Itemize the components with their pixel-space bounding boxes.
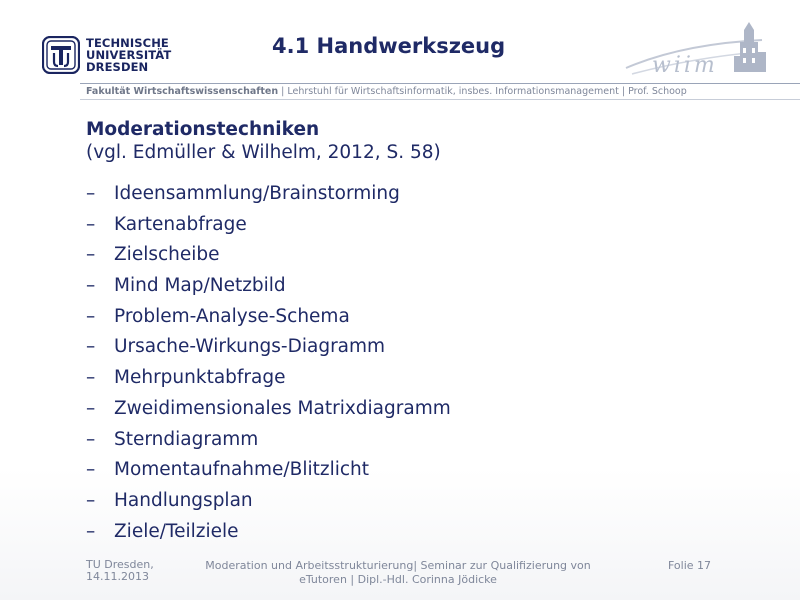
bullet-dash: – [86,459,96,481]
slide-title: 4.1 Handwerkszeug [272,34,506,58]
footer-date: 14.11.2013 [86,570,149,583]
header-divider [80,83,800,84]
bullet-dash: – [86,244,96,266]
bullet-dash: – [86,428,96,450]
logo-line-3: DRESDEN [86,60,149,74]
bullet-dash: – [86,183,96,204]
content-subheading: (vgl. Edmüller & Wilhelm, 2012, S. 58) [86,142,441,163]
chair-name: | Lehrstuhl für Wirtschaftsinformatik, i… [278,86,687,97]
list-item-text: Ursache-Wirkungs-Diagramm [114,336,386,358]
list-item-text: Sterndiagramm [114,428,259,450]
slide-number: Folie 17 [668,559,712,572]
bullet-dash: – [86,520,96,542]
list-item-text: Handlungsplan [114,489,253,511]
list-item-text: Kartenabfrage [114,213,247,235]
bullet-dash: – [86,275,96,297]
list-item-text: Zweidimensionales Matrixdiagramm [114,397,451,419]
footer-place-date: TU Dresden, 14.11.2013 [86,559,154,583]
list-item-text: Mind Map/Netzbild [114,275,286,297]
footer-course-info: Moderation und Arbeitsstrukturierung| Se… [196,559,600,587]
bullet-dash: – [86,336,96,358]
list-item-text: Ideensammlung/Brainstorming [114,183,400,204]
bullet-dash: – [86,367,96,389]
footer-course-line-2: eTutoren | Dipl.-Hdl. Corinna Jödicke [299,573,497,586]
list-item-text: Momentaufnahme/Blitzlicht [114,459,370,481]
slide-footer: TU Dresden, 14.11.2013 Moderation und Ar… [0,556,800,600]
slide: TECHNISCHE UNIVERSITÄT DRESDEN 4.1 Handw… [0,0,800,600]
bullet-dash: – [86,489,96,511]
subheader: Fakultät Wirtschaftswissenschaften | Leh… [86,86,687,97]
footer-course-line-1: Moderation und Arbeitsstrukturierung| Se… [205,559,591,572]
subheader-divider [80,99,800,100]
wiim-logo-text: wiim [652,53,718,78]
tu-dresden-emblem-icon [42,36,80,74]
list-item-text: Problem-Analyse-Schema [114,305,350,327]
wiim-logo-icon: wiim [625,22,766,78]
list-item-text: Zielscheibe [114,244,220,266]
bullet-dash: – [86,397,96,419]
bullet-dash: – [86,213,96,235]
list-item-text: Ziele/Teilziele [114,520,239,542]
logo-wordmark: TECHNISCHE UNIVERSITÄT DRESDEN [86,37,171,73]
list-item-text: Mehrpunktabfrage [114,367,286,389]
content-heading: Moderationstechniken [86,119,320,140]
faculty-name: Fakultät Wirtschaftswissenschaften [86,86,279,97]
bullet-dash: – [86,305,96,327]
tu-dresden-logo: TECHNISCHE UNIVERSITÄT DRESDEN [40,36,180,80]
